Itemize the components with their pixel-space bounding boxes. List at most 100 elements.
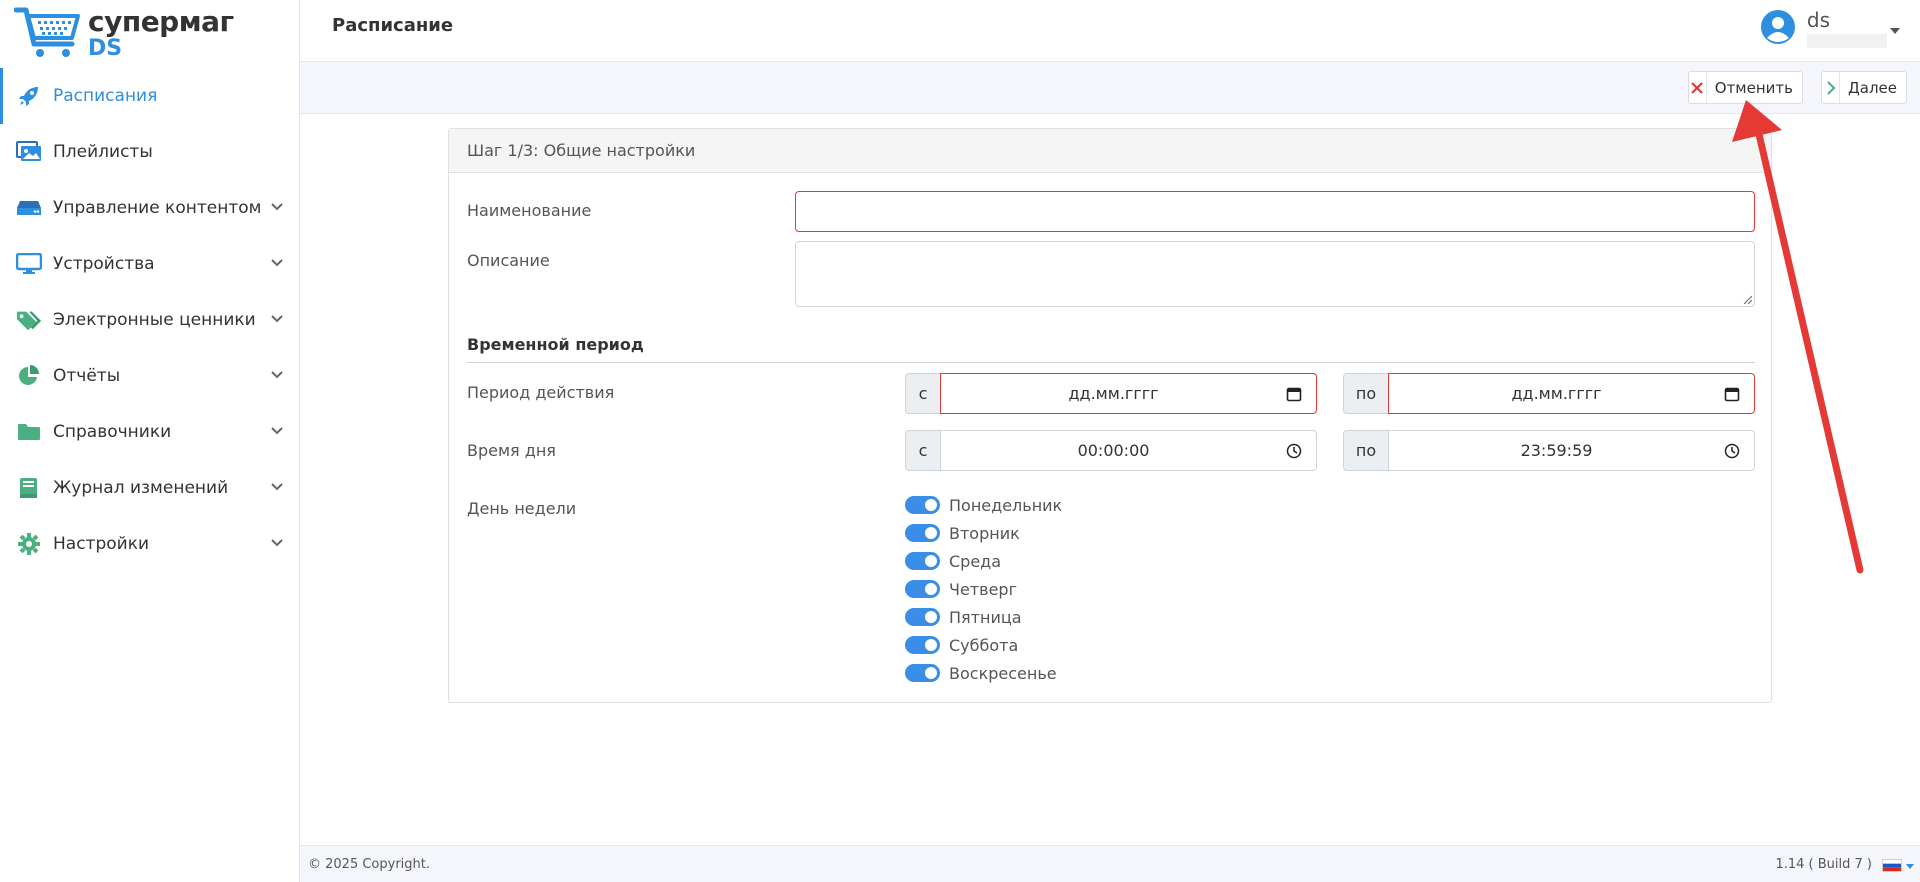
- period-section-title: Временной период: [467, 335, 644, 354]
- name-label: Наименование: [467, 201, 592, 220]
- section-divider: [467, 362, 1755, 363]
- description-label: Описание: [467, 251, 550, 270]
- sidebar-item-label: Электронные ценники: [53, 310, 256, 330]
- calendar-icon[interactable]: [1286, 386, 1302, 402]
- weekday-label: День недели: [467, 499, 577, 518]
- close-icon: [1689, 72, 1707, 103]
- description-textarea[interactable]: [795, 241, 1755, 307]
- logo[interactable]: супермаг DS: [14, 4, 234, 61]
- date-to-prefix: по: [1343, 373, 1388, 414]
- sidebar-item-label: Справочники: [53, 422, 172, 442]
- monitor-icon: [16, 253, 42, 275]
- cancel-button-label: Отменить: [1714, 78, 1793, 97]
- name-input[interactable]: [795, 191, 1755, 232]
- chevron-down-icon: [271, 539, 283, 547]
- chevron-right-icon: [1822, 72, 1841, 103]
- toggle-label: Вторник: [949, 523, 1020, 543]
- user-menu[interactable]: ds: [1760, 8, 1900, 52]
- step-title: Шаг 1/3: Общие настройки: [449, 129, 1771, 173]
- time-from-value: 00:00:00: [1077, 441, 1150, 460]
- toggle-switch[interactable]: [905, 580, 940, 598]
- chevron-down-icon: [271, 315, 283, 323]
- tags-icon: [16, 309, 42, 331]
- date-from-prefix: с: [905, 373, 940, 414]
- toggle-sunday[interactable]: Воскресенье: [905, 659, 1062, 687]
- sidebar-item-label: Расписания: [53, 86, 158, 106]
- user-subtitle-redacted: [1806, 34, 1887, 48]
- toggle-label: Среда: [949, 551, 1002, 571]
- date-to-group: по дд.мм.гггг: [1343, 373, 1755, 414]
- image-gallery-icon: [16, 141, 42, 163]
- toggle-label: Суббота: [949, 635, 1019, 655]
- toggle-switch[interactable]: [905, 496, 940, 514]
- brand-name: супермаг: [88, 5, 234, 38]
- toggle-switch[interactable]: [905, 608, 940, 626]
- next-button[interactable]: Далее: [1821, 71, 1907, 104]
- time-to-group: по 23:59:59: [1343, 430, 1755, 471]
- sidebar-item-label: Настройки: [53, 534, 150, 554]
- toggle-label: Пятница: [949, 607, 1022, 627]
- time-from-input[interactable]: 00:00:00: [940, 430, 1317, 471]
- date-to-input[interactable]: дд.мм.гггг: [1388, 373, 1755, 414]
- toggle-tuesday[interactable]: Вторник: [905, 519, 1062, 547]
- time-to-input[interactable]: 23:59:59: [1388, 430, 1755, 471]
- sidebar-item-label: Устройства: [53, 254, 155, 274]
- folder-icon: [16, 421, 42, 443]
- chevron-down-icon: [271, 427, 283, 435]
- toggle-friday[interactable]: Пятница: [905, 603, 1062, 631]
- copyright: © 2025 Copyright.: [308, 857, 431, 872]
- toggle-switch[interactable]: [905, 552, 940, 570]
- time-from-group: с 00:00:00: [905, 430, 1317, 471]
- sidebar-item-label: Управление контентом: [53, 198, 262, 218]
- sidebar: супермаг DS Расписания Плейлисты Управле…: [0, 0, 300, 882]
- chevron-down-icon: [271, 203, 283, 211]
- toggle-label: Воскресенье: [949, 663, 1057, 683]
- toggle-label: Четверг: [949, 579, 1017, 599]
- header: Расписание ds: [300, 0, 1920, 62]
- calendar-icon[interactable]: [1724, 386, 1740, 402]
- time-label: Время дня: [467, 441, 556, 460]
- date-to-value: дд.мм.гггг: [1511, 384, 1602, 403]
- caret-down-icon: [1890, 28, 1900, 34]
- clock-icon[interactable]: [1286, 443, 1302, 459]
- toggle-thursday[interactable]: Четверг: [905, 575, 1062, 603]
- russian-flag-icon[interactable]: [1882, 859, 1902, 872]
- toggle-monday[interactable]: Понедельник: [905, 491, 1062, 519]
- toggle-saturday[interactable]: Суббота: [905, 631, 1062, 659]
- clock-icon[interactable]: [1724, 443, 1740, 459]
- toggle-switch[interactable]: [905, 636, 940, 654]
- chevron-down-icon: [271, 371, 283, 379]
- time-to-value: 23:59:59: [1520, 441, 1593, 460]
- sidebar-item-references[interactable]: Справочники: [0, 404, 300, 460]
- cart-logo-icon: [14, 7, 80, 57]
- sidebar-item-schedules[interactable]: Расписания: [0, 68, 300, 124]
- toggle-wednesday[interactable]: Среда: [905, 547, 1062, 575]
- user-name: ds: [1806, 8, 1830, 32]
- resize-handle-icon[interactable]: [1743, 295, 1753, 305]
- sidebar-item-price-tags[interactable]: Электронные ценники: [0, 292, 300, 348]
- sidebar-item-changelog[interactable]: Журнал изменений: [0, 460, 300, 516]
- sidebar-item-playlists[interactable]: Плейлисты: [0, 124, 300, 180]
- language-caret-icon[interactable]: [1906, 864, 1914, 869]
- brand-sub: DS: [88, 36, 123, 61]
- chevron-down-icon: [271, 483, 283, 491]
- sidebar-item-label: Плейлисты: [53, 142, 153, 162]
- toggle-switch[interactable]: [905, 524, 940, 542]
- rocket-icon: [16, 85, 42, 107]
- sidebar-item-content[interactable]: Управление контентом: [0, 180, 300, 236]
- sidebar-item-reports[interactable]: Отчёты: [0, 348, 300, 404]
- time-from-prefix: с: [905, 430, 940, 471]
- toggle-switch[interactable]: [905, 664, 940, 682]
- next-button-label: Далее: [1848, 78, 1897, 97]
- toolbar: Отменить Далее: [300, 62, 1920, 114]
- toggle-label: Понедельник: [949, 495, 1063, 515]
- book-icon: [16, 477, 42, 499]
- hard-drive-icon: [16, 197, 42, 219]
- footer: © 2025 Copyright. 1.14 ( Build 7 ): [300, 845, 1920, 882]
- cancel-button[interactable]: Отменить: [1688, 71, 1803, 104]
- sidebar-nav: Расписания Плейлисты Управление контенто…: [0, 68, 300, 572]
- version: 1.14 ( Build 7 ): [1775, 857, 1872, 872]
- sidebar-item-devices[interactable]: Устройства: [0, 236, 300, 292]
- date-from-input[interactable]: дд.мм.гггг: [940, 373, 1317, 414]
- sidebar-item-settings[interactable]: Настройки: [0, 516, 300, 572]
